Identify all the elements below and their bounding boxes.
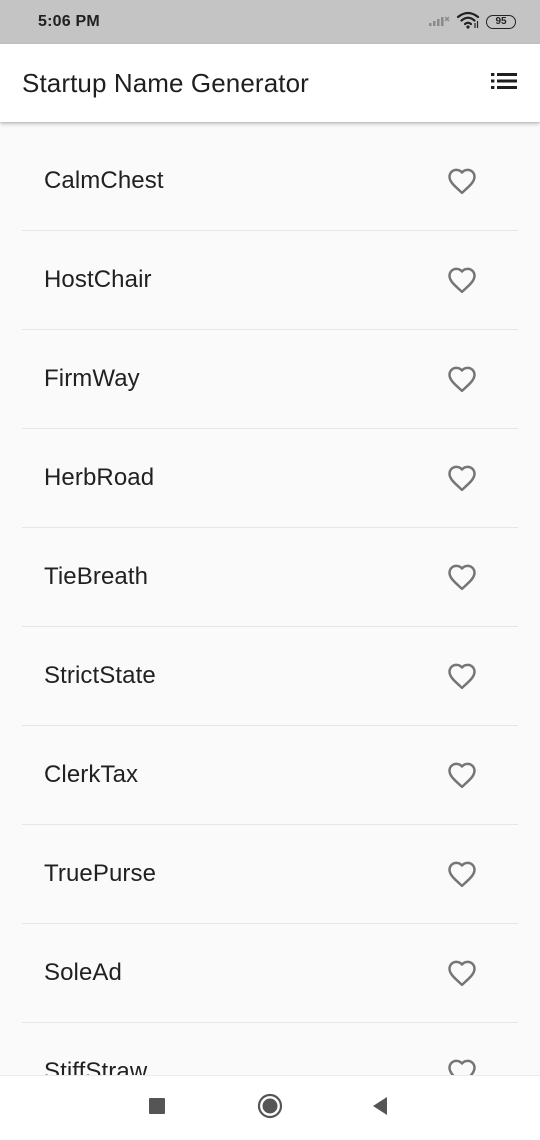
favorite-heart-icon[interactable] bbox=[446, 264, 478, 296]
favorite-heart-icon[interactable] bbox=[446, 858, 478, 890]
list-icon bbox=[491, 72, 517, 95]
favorite-heart-icon[interactable] bbox=[446, 165, 478, 197]
app-bar: Startup Name Generator bbox=[0, 44, 540, 122]
recents-button[interactable] bbox=[141, 1092, 173, 1124]
favorite-heart-icon[interactable] bbox=[446, 363, 478, 395]
favorite-heart-icon[interactable] bbox=[446, 759, 478, 791]
saved-list-button[interactable] bbox=[488, 67, 520, 99]
list-item[interactable]: HostChair bbox=[22, 231, 518, 330]
page-title: Startup Name Generator bbox=[22, 67, 309, 98]
suggestion-name: StiffStraw bbox=[44, 1058, 148, 1075]
suggestion-name: HerbRoad bbox=[44, 464, 155, 491]
list-item[interactable]: HerbRoad bbox=[22, 429, 518, 528]
list-item[interactable]: StrictState bbox=[22, 627, 518, 726]
home-icon bbox=[257, 1093, 283, 1124]
list-item[interactable]: TieBreath bbox=[22, 528, 518, 627]
back-button[interactable] bbox=[364, 1092, 396, 1124]
suggestion-name: TruePurse bbox=[44, 860, 157, 887]
favorite-heart-icon[interactable] bbox=[446, 462, 478, 494]
signal-icon bbox=[428, 13, 450, 32]
suggestion-name: ClerkTax bbox=[44, 761, 139, 788]
back-icon bbox=[371, 1096, 389, 1121]
status-icons: 95 bbox=[428, 11, 516, 34]
status-time: 5:06 PM bbox=[38, 13, 100, 30]
list-item[interactable]: StiffStraw bbox=[22, 1023, 518, 1075]
battery-icon: 95 bbox=[486, 15, 516, 29]
suggestion-name: TieBreath bbox=[44, 563, 149, 590]
list-item[interactable]: TruePurse bbox=[22, 825, 518, 924]
favorite-heart-icon[interactable] bbox=[446, 1056, 478, 1075]
suggestion-name: HostChair bbox=[44, 266, 152, 293]
list-item[interactable]: ClerkTax bbox=[22, 726, 518, 825]
home-button[interactable] bbox=[254, 1092, 286, 1124]
suggestion-list[interactable]: CalmChest HostChair FirmWay HerbRoad TieBrea… bbox=[0, 122, 540, 1075]
suggestion-name: StrictState bbox=[44, 662, 156, 689]
wifi-icon bbox=[456, 11, 480, 34]
list-item[interactable]: FirmWay bbox=[22, 330, 518, 429]
suggestion-name: FirmWay bbox=[44, 365, 140, 392]
favorite-heart-icon[interactable] bbox=[446, 660, 478, 692]
recents-icon bbox=[148, 1097, 166, 1120]
status-bar: 5:06 PM 95 bbox=[0, 0, 540, 44]
favorite-heart-icon[interactable] bbox=[446, 957, 478, 989]
list-item[interactable]: CalmChest bbox=[22, 132, 518, 231]
suggestion-name: CalmChest bbox=[44, 167, 164, 194]
suggestion-name: SoleAd bbox=[44, 959, 122, 986]
favorite-heart-icon[interactable] bbox=[446, 561, 478, 593]
system-nav-bar bbox=[0, 1075, 540, 1140]
list-item[interactable]: SoleAd bbox=[22, 924, 518, 1023]
